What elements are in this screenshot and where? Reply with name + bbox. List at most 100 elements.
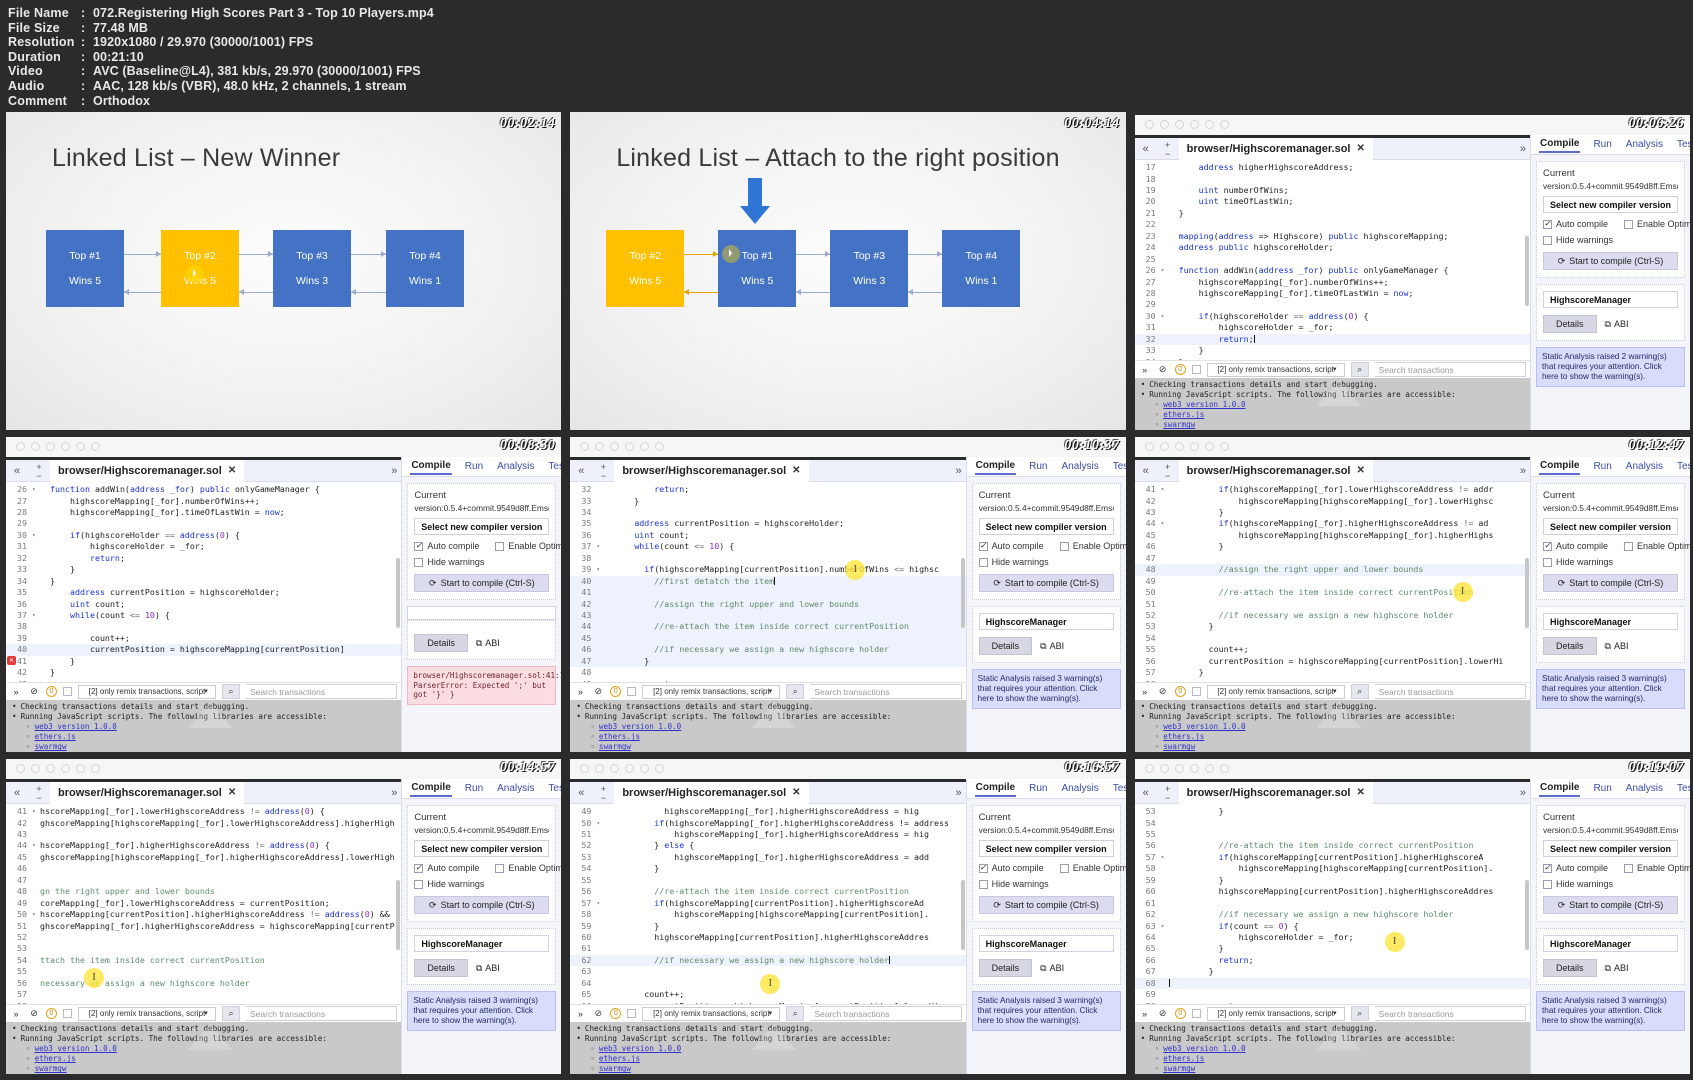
tab-run[interactable]: Run xyxy=(1592,137,1612,152)
console-lib-link[interactable]: web3 version 1.0.0 xyxy=(35,1044,117,1053)
fold-marker[interactable]: ▾ xyxy=(32,484,40,495)
pending-count-icon[interactable]: 0 xyxy=(46,686,57,698)
clear-console-icon[interactable]: ⊘ xyxy=(1157,364,1169,375)
editor-scrollbar[interactable] xyxy=(960,496,965,672)
close-tab-icon[interactable]: ✕ xyxy=(228,465,236,476)
tab-run[interactable]: Run xyxy=(1028,459,1048,474)
search-icon[interactable]: ⌕ xyxy=(222,684,240,700)
tab-testing[interactable]: Testing xyxy=(1676,137,1690,152)
font-size-controls[interactable]: + − xyxy=(1157,461,1179,481)
scrollbar-thumb[interactable] xyxy=(1524,557,1529,629)
transaction-filter-select[interactable]: [2] only remix transactions, script ▼ xyxy=(78,684,216,699)
start-compile-button[interactable]: ⟳ Start to compile (Ctrl-S) xyxy=(414,896,550,915)
close-tab-icon[interactable]: ✕ xyxy=(792,465,800,476)
tab-analysis[interactable]: Analysis xyxy=(1060,781,1099,796)
console-lib-link[interactable]: swarmgw xyxy=(1163,1064,1195,1073)
console-lib-link[interactable]: swarmgw xyxy=(35,1064,67,1073)
decrease-font-icon[interactable]: − xyxy=(1157,471,1179,481)
search-icon[interactable]: ⌕ xyxy=(1350,362,1369,378)
toolbar-icon-3[interactable] xyxy=(1189,442,1199,452)
abi-button[interactable]: ⧉ ABI xyxy=(1605,319,1629,330)
tab-compile[interactable]: Compile xyxy=(1538,780,1581,798)
enable-optimization-checkbox[interactable]: Enable Optimization xyxy=(1624,863,1690,873)
select-compiler-version-button[interactable]: Select new compiler version xyxy=(1542,518,1678,536)
transaction-filter-select[interactable]: [2] only remix transactions, script ▼ xyxy=(1206,1006,1345,1021)
transaction-filter-select[interactable]: [2] only remix transactions, script ▼ xyxy=(1206,362,1345,377)
search-input[interactable]: Search transactions xyxy=(810,1006,962,1022)
static-analysis-warning[interactable]: Static Analysis raised 3 warning(s) that… xyxy=(1535,669,1685,710)
collapse-panel-icon[interactable]: « xyxy=(1135,787,1157,799)
toolbar-icon-1[interactable] xyxy=(1159,764,1169,774)
console-lib-link[interactable]: ethers.js xyxy=(35,1054,76,1063)
collapse-panel-icon[interactable]: « xyxy=(570,787,592,799)
toolbar-icon-1[interactable] xyxy=(1159,442,1169,452)
toolbar-icon-1[interactable] xyxy=(1159,120,1169,130)
enable-optimization-checkbox[interactable]: Enable Optimization xyxy=(495,541,561,551)
search-input[interactable]: Search transactions xyxy=(1374,684,1526,700)
tab-testing[interactable]: Testing xyxy=(547,459,561,474)
toolbar-icon-5[interactable] xyxy=(655,764,665,774)
console-checkbox[interactable] xyxy=(63,1009,72,1019)
toolbar-icon-2[interactable] xyxy=(1174,120,1184,130)
scrollbar-thumb[interactable] xyxy=(1524,879,1529,951)
fold-marker[interactable]: ▾ xyxy=(1161,265,1169,276)
console-checkbox[interactable] xyxy=(1191,365,1201,375)
tab-run[interactable]: Run xyxy=(1028,781,1048,796)
decrease-font-icon[interactable]: − xyxy=(1157,149,1179,159)
collapse-console-icon[interactable]: » xyxy=(1139,1009,1151,1019)
toolbar-icon-4[interactable] xyxy=(1204,120,1214,130)
fold-marker[interactable]: ▾ xyxy=(32,530,40,541)
editor-tab[interactable]: browser/Highscoremanager.sol ✕ xyxy=(50,781,245,804)
start-compile-button[interactable]: ⟳ Start to compile (Ctrl-S) xyxy=(978,574,1114,593)
console-lib-link[interactable]: ethers.js xyxy=(1163,732,1204,741)
details-button[interactable]: Details xyxy=(978,637,1033,656)
toolbar-icon-0[interactable] xyxy=(580,442,590,452)
details-button[interactable]: Details xyxy=(1542,959,1597,978)
console-lib-link[interactable]: ethers.js xyxy=(1163,410,1204,419)
decrease-font-icon[interactable]: − xyxy=(28,471,50,481)
start-compile-button[interactable]: ⟳ Start to compile (Ctrl-S) xyxy=(1542,574,1678,593)
select-compiler-version-button[interactable]: Select new compiler version xyxy=(414,840,550,858)
editor-scrollbar[interactable] xyxy=(1524,174,1529,350)
close-tab-icon[interactable]: ✕ xyxy=(228,787,236,798)
editor-tab[interactable]: browser/Highscoremanager.sol ✕ xyxy=(1178,137,1373,160)
editor-scrollbar[interactable] xyxy=(396,818,401,994)
select-compiler-version-button[interactable]: Select new compiler version xyxy=(1542,196,1678,214)
start-compile-button[interactable]: ⟳ Start to compile (Ctrl-S) xyxy=(1542,896,1678,915)
fold-marker[interactable]: ▾ xyxy=(1161,921,1169,932)
console-checkbox[interactable] xyxy=(627,1009,637,1019)
auto-compile-checkbox[interactable]: Auto compile xyxy=(414,863,479,873)
decrease-font-icon[interactable]: − xyxy=(592,793,614,803)
transaction-filter-select[interactable]: [2] only remix transactions, script ▼ xyxy=(642,684,781,699)
search-input[interactable]: Search transactions xyxy=(1374,362,1526,378)
toolbar-icon-5[interactable] xyxy=(1219,442,1229,452)
collapse-console-icon[interactable]: » xyxy=(574,687,586,697)
abi-button[interactable]: ⧉ ABI xyxy=(476,638,500,649)
pending-count-icon[interactable]: 0 xyxy=(610,1008,622,1020)
toolbar-icon-1[interactable] xyxy=(31,764,40,774)
toolbar-icon-4[interactable] xyxy=(76,442,85,452)
collapse-console-icon[interactable]: » xyxy=(1139,365,1151,375)
tab-analysis[interactable]: Analysis xyxy=(496,459,535,474)
toolbar-icon-2[interactable] xyxy=(46,442,55,452)
tab-analysis[interactable]: Analysis xyxy=(496,781,535,796)
hide-warnings-checkbox[interactable]: Hide warnings xyxy=(414,879,484,889)
collapse-console-icon[interactable]: » xyxy=(10,1009,22,1019)
search-input[interactable]: Search transactions xyxy=(1374,1006,1526,1022)
tab-analysis[interactable]: Analysis xyxy=(1625,781,1664,796)
console-lib-link[interactable]: ethers.js xyxy=(599,732,640,741)
toolbar-icon-1[interactable] xyxy=(595,442,605,452)
fold-marker[interactable]: ▾ xyxy=(596,818,604,829)
toolbar-icon-2[interactable] xyxy=(1174,442,1184,452)
hide-warnings-checkbox[interactable]: Hide warnings xyxy=(1542,557,1613,567)
static-analysis-warning[interactable]: Static Analysis raised 3 warning(s) that… xyxy=(1535,991,1685,1032)
transaction-filter-select[interactable]: [2] only remix transactions, script ▼ xyxy=(1206,684,1345,699)
search-input[interactable]: Search transactions xyxy=(810,684,962,700)
select-compiler-version-button[interactable]: Select new compiler version xyxy=(978,518,1114,536)
tab-run[interactable]: Run xyxy=(1592,781,1612,796)
tab-testing[interactable]: Testing xyxy=(1676,459,1690,474)
collapse-console-icon[interactable]: » xyxy=(574,1009,586,1019)
console-checkbox[interactable] xyxy=(63,687,72,697)
auto-compile-checkbox[interactable]: Auto compile xyxy=(1542,541,1608,551)
collapse-panel-icon[interactable]: « xyxy=(570,465,592,477)
